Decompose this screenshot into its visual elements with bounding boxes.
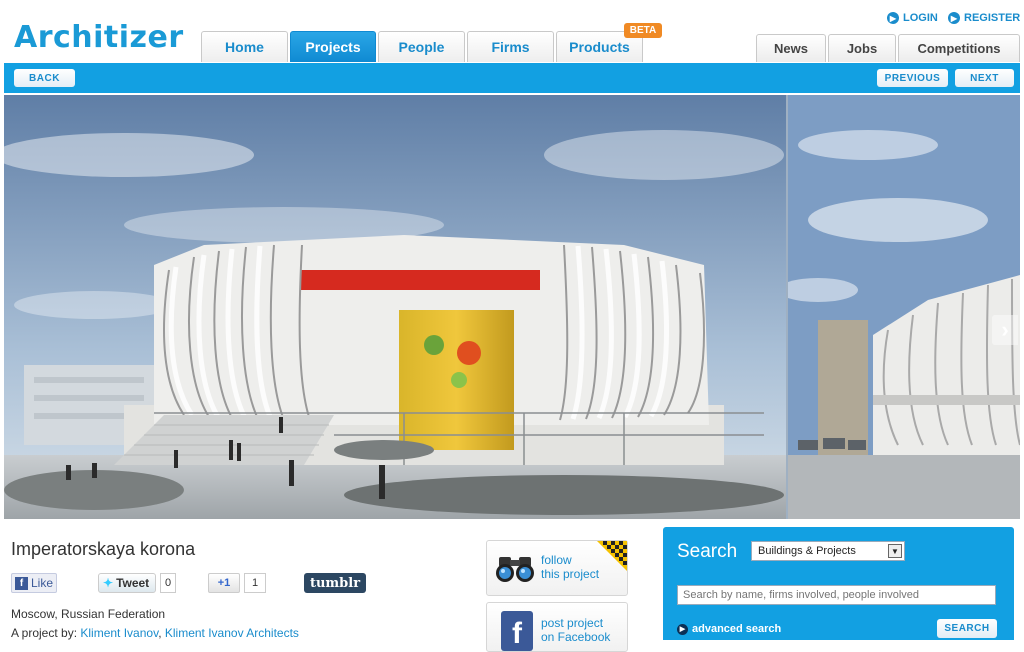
binoculars-icon <box>496 557 534 582</box>
chevron-down-icon: ▼ <box>888 544 902 558</box>
project-next-image-preview[interactable] <box>788 95 1020 519</box>
previous-button[interactable]: PREVIOUS <box>877 69 948 87</box>
search-title: Search <box>677 541 738 562</box>
gallery-next-arrow[interactable]: › <box>992 315 1018 345</box>
beta-badge: BETA <box>624 23 662 38</box>
tumblr-share-button[interactable]: tumblr <box>304 573 366 593</box>
advanced-search-link[interactable]: ▶ advanced search <box>677 623 781 635</box>
tab-competitions[interactable]: Competitions <box>898 34 1020 62</box>
google-plus-one-button[interactable]: +1 <box>208 573 240 593</box>
arrow-right-icon: ▶ <box>677 623 688 635</box>
byline-separator: , <box>158 626 165 640</box>
follow-label: follow this project <box>541 553 599 581</box>
register-label: REGISTER <box>964 12 1021 24</box>
search-panel: Search Buildings & Projects ▼ ▶ advanced… <box>663 527 1014 640</box>
facebook-like-button[interactable]: f Like <box>11 573 57 593</box>
tab-people[interactable]: People <box>378 31 465 62</box>
tab-jobs[interactable]: Jobs <box>828 34 896 62</box>
byline-person-link[interactable]: Kliment Ivanov <box>80 626 158 640</box>
tweet-label: Tweet <box>116 576 150 590</box>
google-plus-one-count: 1 <box>244 573 266 593</box>
facebook-icon: f <box>15 576 28 590</box>
arrow-right-icon: ▶ <box>887 12 899 24</box>
follow-project-button[interactable]: follow this project <box>486 540 628 596</box>
search-category-select[interactable]: Buildings & Projects ▼ <box>751 541 905 561</box>
fb-line2: on Facebook <box>541 630 611 644</box>
gallery-nav-bar: BACK PREVIOUS NEXT <box>4 63 1020 93</box>
follow-line2: this project <box>541 567 600 581</box>
architizer-logo[interactable]: Architizer <box>14 20 184 55</box>
project-location: Moscow, Russian Federation <box>11 607 166 621</box>
byline-firm-link[interactable]: Kliment Ivanov Architects <box>165 626 299 640</box>
register-link[interactable]: ▶ REGISTER <box>948 12 1020 24</box>
next-button[interactable]: NEXT <box>955 69 1014 87</box>
project-gallery: › <box>4 95 1020 519</box>
post-to-facebook-button[interactable]: f post project on Facebook <box>486 602 628 652</box>
fb-line1: post project <box>541 616 604 630</box>
search-input[interactable] <box>677 585 996 605</box>
tweet-count: 0 <box>160 573 176 593</box>
advanced-search-label: advanced search <box>692 623 782 635</box>
tweet-button[interactable]: ✦ Tweet <box>98 573 156 593</box>
tab-projects[interactable]: Projects <box>290 31 376 62</box>
checkered-corner-icon <box>597 541 627 571</box>
project-main-image[interactable] <box>4 95 786 519</box>
project-byline: A project by: Kliment Ivanov, Kliment Iv… <box>11 626 299 640</box>
follow-line1: follow <box>541 553 572 567</box>
facebook-icon: f <box>501 611 533 651</box>
search-button[interactable]: SEARCH <box>937 619 997 638</box>
login-label: LOGIN <box>903 12 938 24</box>
login-link[interactable]: ▶ LOGIN <box>887 12 938 24</box>
arrow-right-icon: ▶ <box>948 12 960 24</box>
tab-firms[interactable]: Firms <box>467 31 554 62</box>
tab-news[interactable]: News <box>756 34 826 62</box>
site-header: Architizer ▶ LOGIN ▶ REGISTER Home Proje… <box>0 0 1024 62</box>
byline-prefix: A project by: <box>11 626 81 640</box>
project-title: Imperatorskaya korona <box>11 539 196 559</box>
tab-home[interactable]: Home <box>201 31 288 62</box>
twitter-bird-icon: ✦ <box>103 576 114 590</box>
search-category-value: Buildings & Projects <box>758 545 856 557</box>
like-label: Like <box>31 576 54 590</box>
back-button[interactable]: BACK <box>14 69 75 87</box>
